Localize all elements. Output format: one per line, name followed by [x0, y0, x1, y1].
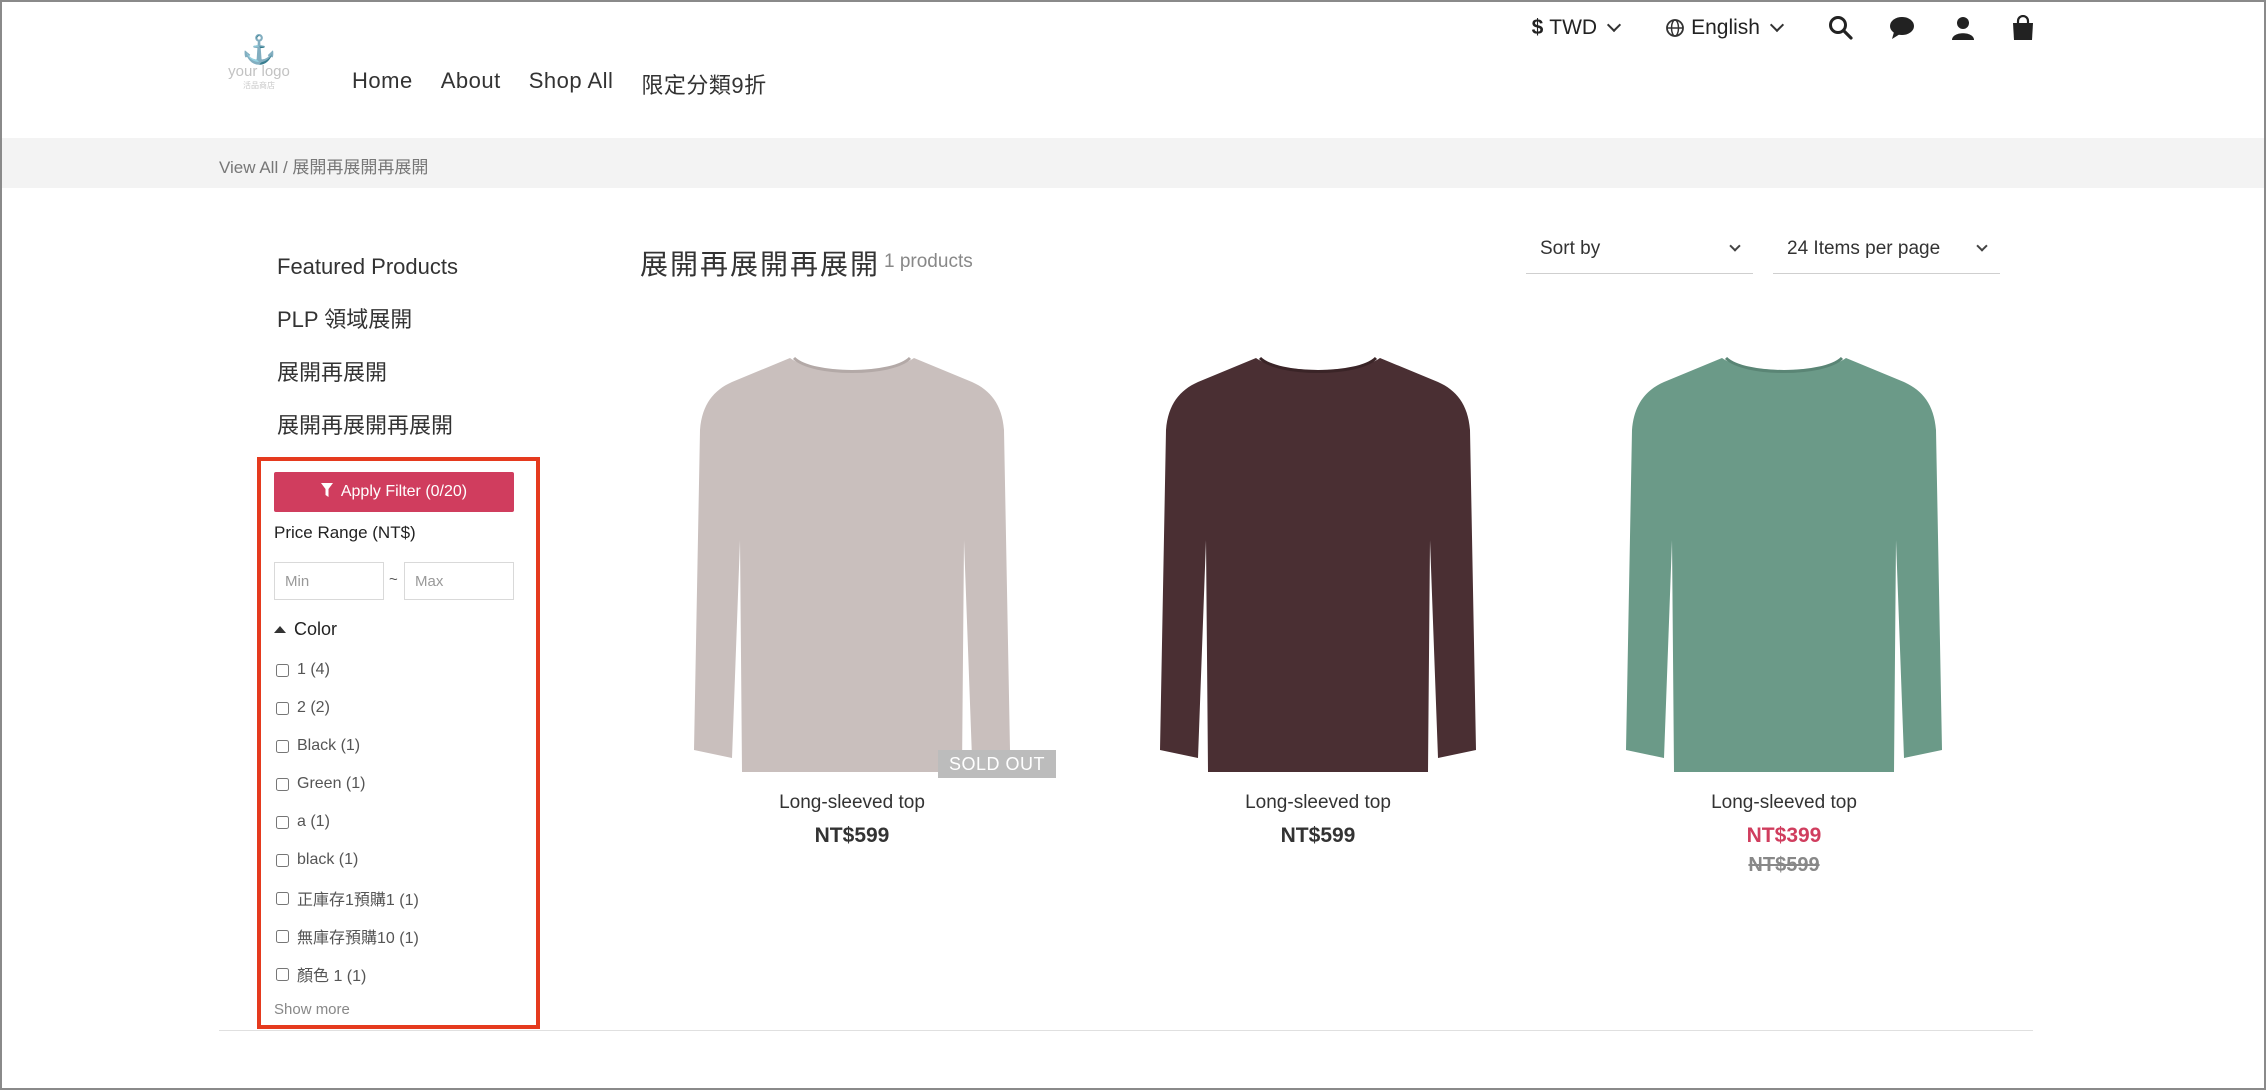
color-option[interactable]: 無庫存預購10 (1): [276, 924, 419, 948]
items-per-page-select[interactable]: 24 Items per page: [1773, 228, 2000, 274]
currency-label: TWD: [1549, 16, 1598, 39]
color-option[interactable]: Green (1): [276, 772, 419, 796]
color-checkbox[interactable]: [276, 929, 289, 943]
divider: [219, 1030, 2033, 1031]
color-option-label: Black (1): [297, 737, 361, 754]
nav-shop-all[interactable]: Shop All: [529, 68, 614, 100]
product-price: NT$599: [814, 824, 890, 847]
breadcrumb[interactable]: View All / 展開再展開再展開: [219, 153, 428, 178]
logo-subtext: 活品商店: [243, 81, 275, 90]
product-image[interactable]: [1138, 340, 1498, 780]
product-count: 1 products: [884, 251, 973, 272]
dollar-icon: $: [1531, 16, 1544, 39]
color-option-label: 無庫存預購10 (1): [297, 930, 419, 947]
anchor-icon: ⚓: [241, 34, 277, 65]
shirt-shape: [1626, 358, 1942, 772]
color-option-label: Green (1): [297, 775, 366, 792]
apply-filter-label: Apply Filter (0/20): [340, 483, 468, 500]
color-option[interactable]: 1 (4): [276, 658, 419, 682]
color-options: 1 (4) 2 (2) Black (1) Green (1) a (1) bl…: [276, 658, 419, 986]
sort-select[interactable]: Sort by: [1526, 228, 1753, 274]
chevron-down-icon: [1607, 17, 1622, 33]
price-separator: ~: [389, 571, 398, 588]
price-max-input[interactable]: [404, 562, 514, 600]
color-option[interactable]: 正庫存1預購1 (1): [276, 886, 419, 910]
color-checkbox[interactable]: [276, 967, 289, 981]
color-option-label: 正庫存1預購1 (1): [297, 892, 419, 909]
chevron-down-icon: [1769, 17, 1785, 33]
product-image[interactable]: [672, 340, 1032, 780]
product-name[interactable]: Long-sleeved top: [1574, 792, 1994, 814]
product-image[interactable]: [1604, 340, 1964, 780]
logo-text: your logo: [228, 63, 290, 80]
page-title: 展開再展開再展開: [640, 249, 881, 280]
product-name[interactable]: Long-sleeved top: [642, 792, 1062, 814]
category-list: Featured Products PLP 領域展開 展開再展開 展開再展開再展…: [277, 254, 458, 438]
product-name[interactable]: Long-sleeved top: [1108, 792, 1528, 814]
chat-icon[interactable]: [1888, 15, 1916, 41]
color-checkbox[interactable]: [276, 815, 289, 829]
user-icon[interactable]: [1950, 15, 1976, 41]
search-icon[interactable]: [1828, 15, 1854, 41]
currency-selector[interactable]: $ TWD: [1531, 16, 1622, 40]
caret-up-icon: [274, 626, 286, 633]
color-option[interactable]: 2 (2): [276, 696, 419, 720]
product-sale-price: NT$399: [1746, 824, 1822, 847]
color-option-label: black (1): [297, 851, 359, 868]
cart-icon[interactable]: [2010, 15, 2036, 41]
color-checkbox[interactable]: [276, 701, 289, 715]
category-expand-expand[interactable]: 展開再展開再展開: [277, 413, 458, 438]
chevron-down-icon: [1729, 240, 1741, 252]
color-checkbox[interactable]: [276, 891, 289, 905]
nav-about[interactable]: About: [441, 68, 501, 100]
product-original-price: NT$599: [1748, 854, 1820, 876]
color-option-label: 顏色 1 (1): [297, 968, 367, 985]
chevron-down-icon: [1976, 240, 1988, 252]
color-filter-label: Color: [294, 619, 338, 639]
product-price: NT$599: [1280, 824, 1356, 847]
color-option[interactable]: a (1): [276, 810, 419, 834]
nav-limited-category[interactable]: 限定分類9折: [641, 68, 766, 100]
price-min-input[interactable]: [274, 562, 384, 600]
site-logo[interactable]: ⚓ your logo 活品商店: [222, 36, 296, 100]
color-option[interactable]: Black (1): [276, 734, 419, 758]
color-filter-toggle[interactable]: Color: [274, 619, 337, 640]
category-plp[interactable]: PLP 領域展開: [277, 307, 458, 332]
color-option[interactable]: 顏色 1 (1): [276, 962, 419, 986]
utility-bar: $ TWD English: [1532, 12, 2036, 44]
items-per-page-label: 24 Items per page: [1787, 238, 1941, 259]
color-option-label: a (1): [297, 813, 330, 830]
nav-home[interactable]: Home: [352, 68, 413, 100]
category-featured-products[interactable]: Featured Products: [277, 254, 458, 279]
shirt-shape: [1160, 358, 1476, 772]
color-checkbox[interactable]: [276, 739, 289, 753]
show-more-link[interactable]: Show more: [274, 1001, 350, 1018]
price-range-label: Price Range (NT$): [274, 523, 416, 542]
language-selector[interactable]: English: [1665, 16, 1785, 40]
language-label: English: [1691, 16, 1760, 39]
filter-icon: [320, 482, 333, 502]
color-option[interactable]: black (1): [276, 848, 419, 872]
apply-filter-button[interactable]: Apply Filter (0/20): [274, 472, 514, 512]
main-nav: Home About Shop All 限定分類9折: [352, 68, 767, 100]
shirt-shape: [694, 358, 1010, 772]
header-icons: [1828, 15, 2036, 41]
color-option-label: 1 (4): [297, 661, 330, 678]
color-checkbox[interactable]: [276, 663, 289, 677]
sold-out-badge: SOLD OUT: [938, 750, 1056, 778]
color-checkbox[interactable]: [276, 777, 289, 791]
sort-select-label: Sort by: [1540, 238, 1601, 259]
category-expand[interactable]: 展開再展開: [277, 360, 458, 385]
globe-icon: [1665, 18, 1685, 38]
color-checkbox[interactable]: [276, 853, 289, 867]
color-option-label: 2 (2): [297, 699, 330, 716]
